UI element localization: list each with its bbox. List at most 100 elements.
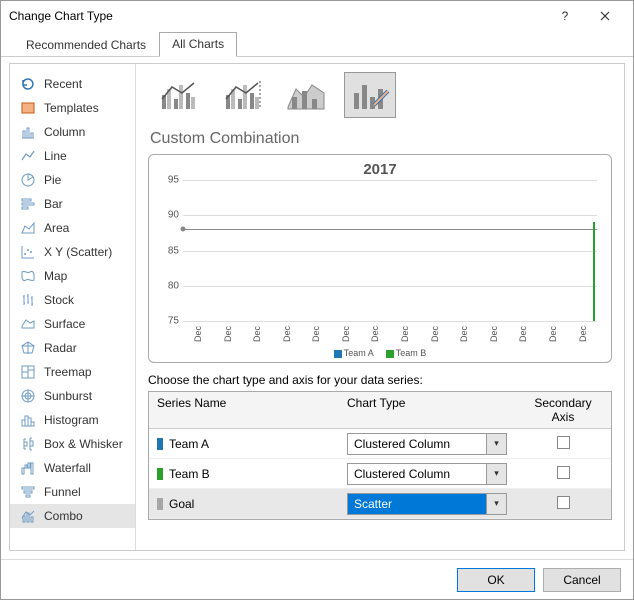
sidebar-item-pie[interactable]: Pie (10, 168, 135, 192)
subtype-icon (222, 77, 262, 113)
help-icon: ? (562, 9, 569, 23)
sidebar-item-templates[interactable]: Templates (10, 96, 135, 120)
sidebar-item-funnel[interactable]: Funnel (10, 480, 135, 504)
sidebar-item-label: Waterfall (44, 461, 91, 475)
ok-button[interactable]: OK (457, 568, 535, 592)
x-tick: Dec (482, 319, 506, 349)
y-tick: 90 (159, 210, 179, 221)
sidebar-item-recent[interactable]: Recent (10, 72, 135, 96)
tab-recommended-charts[interactable]: Recommended Charts (13, 33, 159, 57)
x-tick: Dec (363, 319, 387, 349)
series-name: Goal (169, 497, 194, 511)
series-row-team-b[interactable]: Team B Clustered Column▾ (149, 459, 611, 489)
help-button[interactable]: ? (545, 5, 585, 27)
sidebar-item-area[interactable]: Area (10, 216, 135, 240)
tab-strip: Recommended Charts All Charts (1, 31, 633, 57)
radar-icon (20, 340, 36, 356)
chevron-down-icon: ▾ (486, 434, 506, 454)
templates-icon (20, 100, 36, 116)
header-secondary-axis: Secondary Axis (515, 392, 611, 428)
series-table-header: Series Name Chart Type Secondary Axis (149, 392, 611, 429)
x-tick: Dec (275, 319, 299, 349)
combo-subtype-row (144, 72, 616, 120)
sidebar-item-stock[interactable]: Stock (10, 288, 135, 312)
surface-icon (20, 316, 36, 332)
sidebar-item-line[interactable]: Line (10, 144, 135, 168)
sidebar-item-label: Recent (44, 77, 82, 91)
x-tick: Dec (215, 319, 239, 349)
scatter-icon (20, 244, 36, 260)
secondary-axis-checkbox-goal[interactable] (557, 496, 570, 509)
x-tick: Dec (334, 319, 358, 349)
sidebar-item-box-whisker[interactable]: Box & Whisker (10, 432, 135, 456)
sidebar-item-column[interactable]: Column (10, 120, 135, 144)
sidebar-item-label: Combo (44, 509, 83, 523)
sidebar-item-treemap[interactable]: Treemap (10, 360, 135, 384)
x-tick: Dec (393, 319, 417, 349)
sidebar-item-waterfall[interactable]: Waterfall (10, 456, 135, 480)
sidebar-item-combo[interactable]: Combo (10, 504, 135, 528)
subtype-custom-combination[interactable] (344, 72, 396, 118)
chart-plot-area: 95 90 85 80 75 (183, 180, 597, 322)
series-row-team-a[interactable]: Team A Clustered Column▾ (149, 429, 611, 459)
close-button[interactable] (585, 5, 625, 27)
sidebar-item-surface[interactable]: Surface (10, 312, 135, 336)
series-team-a-line (183, 229, 597, 230)
map-icon (20, 268, 36, 284)
cancel-button[interactable]: Cancel (543, 568, 621, 592)
x-tick: Dec (570, 319, 594, 349)
sidebar-item-label: Stock (44, 293, 74, 307)
chart-type-dropdown-goal[interactable]: Scatter▾ (347, 493, 507, 515)
x-tick: Dec (304, 319, 328, 349)
chart-type-dropdown-team-b[interactable]: Clustered Column▾ (347, 463, 507, 485)
series-name: Team A (169, 437, 209, 451)
legend-label: Team A (344, 348, 374, 358)
series-color-swatch (157, 498, 163, 510)
recent-icon (20, 76, 36, 92)
waterfall-icon (20, 460, 36, 476)
sidebar-item-label: Box & Whisker (44, 437, 123, 451)
stock-icon (20, 292, 36, 308)
area-icon (20, 220, 36, 236)
chart-preview[interactable]: 2017 95 90 85 80 75 Dec Dec Dec Dec Dec … (148, 154, 612, 363)
sidebar-item-label: Line (44, 149, 67, 163)
series-table: Series Name Chart Type Secondary Axis Te… (148, 391, 612, 520)
sidebar-item-bar[interactable]: Bar (10, 192, 135, 216)
tab-all-charts[interactable]: All Charts (159, 32, 237, 57)
series-caption: Choose the chart type and axis for your … (148, 373, 616, 387)
chart-type-dropdown-team-a[interactable]: Clustered Column▾ (347, 433, 507, 455)
sidebar-item-radar[interactable]: Radar (10, 336, 135, 360)
sidebar-item-label: Bar (44, 197, 63, 211)
series-row-goal[interactable]: Goal Scatter▾ (149, 489, 611, 519)
y-tick: 75 (159, 316, 179, 327)
combo-icon (20, 508, 36, 524)
sidebar-item-label: Surface (44, 317, 85, 331)
sidebar-item-map[interactable]: Map (10, 264, 135, 288)
series-team-b-bar (593, 222, 595, 321)
sidebar-item-label: Funnel (44, 485, 81, 499)
chevron-down-icon: ▾ (486, 494, 506, 514)
secondary-axis-checkbox-team-b[interactable] (557, 466, 570, 479)
x-tick: Dec (541, 319, 565, 349)
x-tick: Dec (422, 319, 446, 349)
subtype-stacked-area-column[interactable] (280, 72, 332, 118)
sidebar-item-histogram[interactable]: Histogram (10, 408, 135, 432)
chevron-down-icon: ▾ (486, 464, 506, 484)
x-tick: Dec (245, 319, 269, 349)
subtype-clustered-column-line-secondary[interactable] (216, 72, 268, 118)
sidebar-item-sunburst[interactable]: Sunburst (10, 384, 135, 408)
subtype-clustered-column-line[interactable] (152, 72, 204, 118)
chart-legend: Team A Team B (159, 348, 601, 358)
sidebar-item-scatter[interactable]: X Y (Scatter) (10, 240, 135, 264)
legend-swatch (386, 350, 394, 358)
y-tick: 85 (159, 245, 179, 256)
secondary-axis-checkbox-team-a[interactable] (557, 436, 570, 449)
x-tick: Dec (511, 319, 535, 349)
series-team-a-marker (181, 227, 186, 232)
header-series-name: Series Name (149, 392, 339, 428)
x-tick: Dec (186, 319, 210, 349)
sidebar-item-label: X Y (Scatter) (44, 245, 112, 259)
histogram-icon (20, 412, 36, 428)
chart-title: 2017 (159, 161, 601, 178)
subtype-icon (158, 77, 198, 113)
